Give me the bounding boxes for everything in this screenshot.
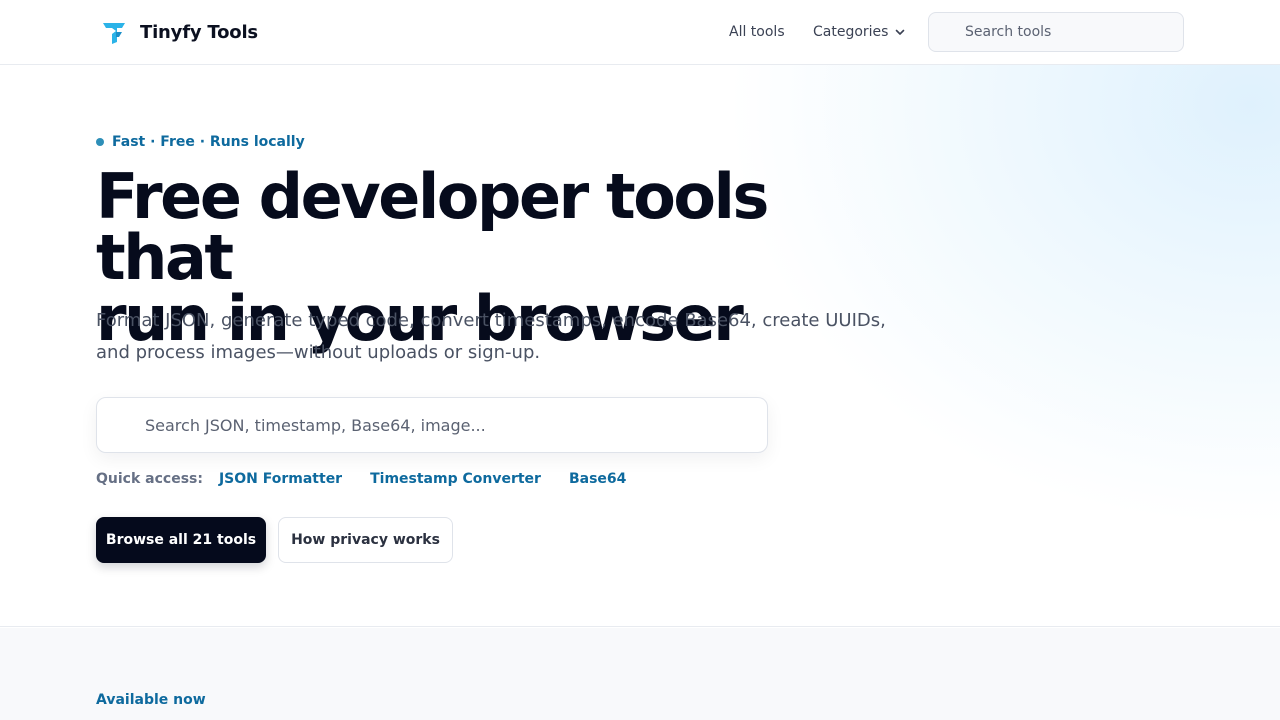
nav-categories-dropdown[interactable]: Categories	[813, 22, 906, 42]
header-search-input[interactable]	[928, 12, 1184, 52]
eyebrow-dot	[96, 138, 104, 146]
quick-link-timestamp-converter[interactable]: Timestamp Converter	[370, 469, 541, 489]
nav-all-tools[interactable]: All tools	[729, 22, 785, 42]
eyebrow-text: Fast · Free · Runs locally	[112, 134, 305, 150]
available-now-label: Available now	[96, 692, 206, 708]
chevron-down-icon	[896, 29, 905, 35]
brand-name: Tinyfy Tools	[140, 21, 258, 43]
quick-link-base64[interactable]: Base64	[569, 469, 626, 489]
quick-access: Quick access: JSON Formatter Timestamp C…	[96, 469, 654, 489]
quick-link-json-formatter[interactable]: JSON Formatter	[219, 469, 342, 489]
site-header: Tinyfy Tools All tools Categories	[0, 0, 1280, 65]
nav-categories-label: Categories	[813, 24, 889, 40]
hero-section: Fast · Free · Runs locally Free develope…	[0, 65, 1280, 627]
headline-line-1: Free developer tools that	[96, 160, 769, 294]
nav-all-tools-label: All tools	[729, 24, 785, 40]
tinyfy-logo-icon	[103, 23, 125, 44]
hero-search-input[interactable]	[97, 398, 767, 452]
hero-eyebrow: Fast · Free · Runs locally	[96, 134, 305, 150]
browse-all-tools-button[interactable]: Browse all 21 tools	[96, 517, 266, 563]
available-tools-section: Available now	[0, 628, 1280, 720]
quick-access-label: Quick access:	[96, 471, 203, 487]
hero-description: Format JSON, generate typed code, conver…	[96, 310, 886, 363]
brand-home-link[interactable]: Tinyfy Tools	[100, 17, 258, 47]
how-privacy-works-button[interactable]: How privacy works	[278, 517, 453, 563]
hero-search-box	[96, 397, 768, 453]
